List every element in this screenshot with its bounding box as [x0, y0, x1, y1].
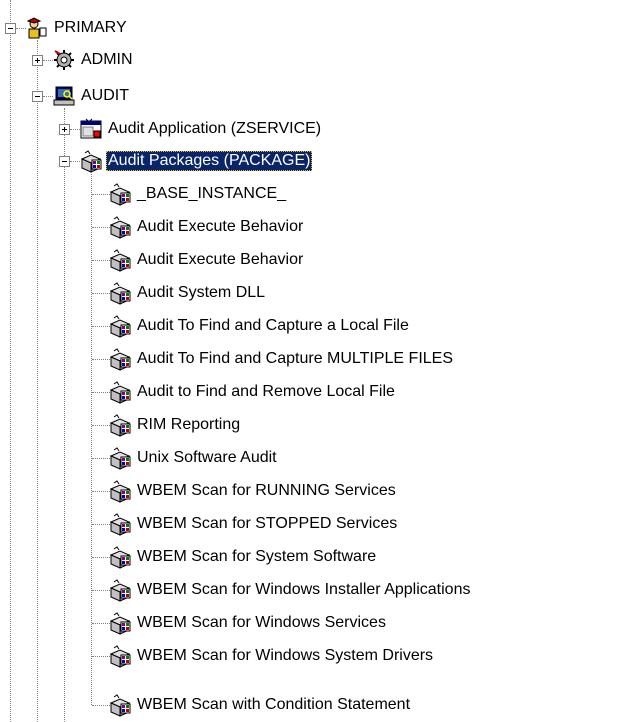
tree-node-label: PRIMARY	[54, 19, 127, 36]
tree-node-label: WBEM Scan for STOPPED Services	[137, 515, 398, 532]
tree-node-label: Audit Packages (PACKAGE)	[106, 151, 313, 171]
tree-node-label: WBEM Scan for RUNNING Services	[137, 482, 396, 499]
collapse-toggle-audit-packages[interactable]	[59, 156, 70, 167]
tree-node-label: WBEM Scan for System Software	[137, 548, 377, 565]
tree-node-package-instance[interactable]: WBEM Scan for Windows System Drivers	[108, 643, 608, 669]
tree-node-package-instance[interactable]: WBEM Scan for RUNNING Services	[108, 478, 608, 504]
package-icon	[110, 645, 131, 668]
tree-node-package-instance[interactable]: WBEM Scan for Windows Services	[108, 610, 608, 636]
package-icon	[110, 249, 131, 272]
connector-line	[64, 108, 65, 722]
package-icon	[110, 381, 131, 404]
tree-node-label: Audit System DLL	[137, 284, 266, 301]
package-icon	[110, 480, 131, 503]
tree-node-label: ADMIN	[81, 51, 133, 68]
tree-node-package-instance[interactable]: Audit Execute Behavior	[108, 247, 608, 273]
tree-node-package-instance[interactable]: Audit To Find and Capture a Local File	[108, 313, 608, 339]
expand-toggle-admin[interactable]	[32, 55, 43, 66]
package-icon	[110, 579, 131, 602]
tree-node-primary[interactable]: PRIMARY	[25, 15, 205, 41]
tree-node-package-instance[interactable]: WBEM Scan with Condition Statement	[108, 692, 608, 718]
tree-node-label: Audit Execute Behavior	[137, 251, 304, 268]
package-icon	[110, 612, 131, 635]
tree-node-label: Audit Application (ZSERVICE)	[108, 120, 322, 137]
package-icon	[110, 216, 131, 239]
tree-node-package-instance[interactable]: _BASE_INSTANCE_	[108, 181, 608, 207]
package-icon	[110, 546, 131, 569]
tree-node-admin[interactable]: ADMIN	[52, 47, 232, 73]
tree-node-audit-application[interactable]: Audit Application (ZSERVICE)	[79, 116, 459, 142]
tree-node-label: Unix Software Audit	[137, 449, 277, 466]
collapse-toggle-audit[interactable]	[32, 91, 43, 102]
connector-line	[37, 40, 38, 722]
package-icon	[110, 315, 131, 338]
tree-node-label: AUDIT	[81, 87, 129, 104]
package-icon	[110, 694, 131, 717]
package-icon	[110, 282, 131, 305]
primary-user-icon	[26, 17, 47, 39]
tree-node-label: WBEM Scan for Windows Services	[137, 614, 386, 631]
tree-node-label: RIM Reporting	[137, 416, 241, 433]
application-window-icon	[80, 118, 102, 139]
audit-computer-icon	[53, 86, 75, 106]
tree-node-label: _BASE_INSTANCE_	[137, 185, 287, 202]
connector-line	[10, 0, 11, 722]
tree-node-label: WBEM Scan for Windows Installer Applicat…	[137, 581, 471, 598]
tree-node-package-instance[interactable]: Audit Execute Behavior	[108, 214, 608, 240]
package-icon	[81, 150, 102, 173]
tree-node-label: WBEM Scan with Condition Statement	[137, 696, 411, 713]
expand-toggle-audit-application[interactable]	[59, 124, 70, 135]
collapse-toggle-primary[interactable]	[5, 23, 16, 34]
tree-node-package-instance[interactable]: Audit to Find and Remove Local File	[108, 379, 608, 405]
tree-node-label: WBEM Scan for Windows System Drivers	[137, 647, 434, 664]
package-icon	[110, 414, 131, 437]
tree-node-package-instance[interactable]: Unix Software Audit	[108, 445, 608, 471]
tree-node-package-instance[interactable]: Audit To Find and Capture MULTIPLE FILES	[108, 346, 608, 372]
tree-node-label: Audit To Find and Capture MULTIPLE FILES	[137, 350, 454, 367]
package-icon	[110, 348, 131, 371]
tree-node-package-instance[interactable]: Audit System DLL	[108, 280, 608, 306]
connector-line	[91, 174, 92, 705]
package-icon	[110, 513, 131, 536]
tree-node-package-instance[interactable]: WBEM Scan for STOPPED Services	[108, 511, 608, 537]
package-icon	[110, 183, 131, 206]
tree-node-package-instance[interactable]: WBEM Scan for Windows Installer Applicat…	[108, 577, 628, 603]
tree-node-package-instance[interactable]: WBEM Scan for System Software	[108, 544, 608, 570]
tree-node-audit[interactable]: AUDIT	[52, 83, 232, 109]
admin-gear-icon	[54, 50, 74, 70]
tree-node-audit-packages[interactable]: Audit Packages (PACKAGE)	[79, 148, 459, 174]
tree-node-label: Audit To Find and Capture a Local File	[137, 317, 409, 334]
tree-view[interactable]: PRIMARY ADMIN AUDIT Audit Application (Z…	[0, 0, 630, 722]
tree-node-label: Audit Execute Behavior	[137, 218, 304, 235]
package-icon	[110, 447, 131, 470]
tree-node-package-instance[interactable]: RIM Reporting	[108, 412, 608, 438]
tree-node-label: Audit to Find and Remove Local File	[137, 383, 395, 400]
